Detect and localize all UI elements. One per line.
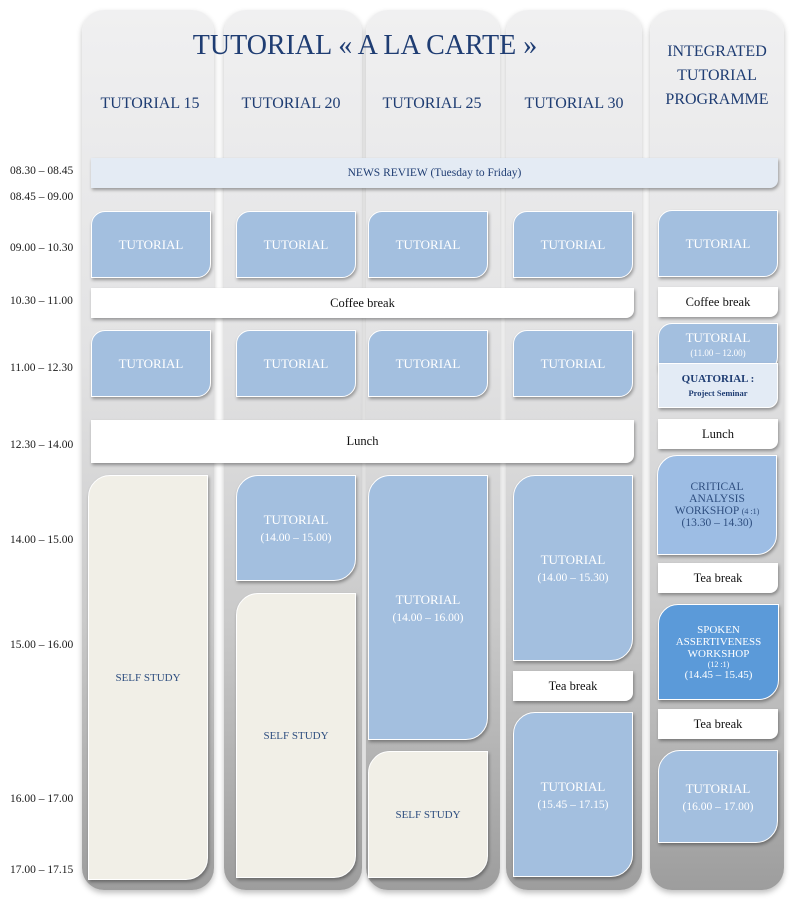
workshop-line: WORKSHOP <box>687 647 750 660</box>
tutorial-label: TUTORIAL <box>540 552 606 567</box>
time-label: 12.30 – 14.00 <box>10 439 74 451</box>
tutorial-label: TUTORIAL <box>685 780 751 796</box>
workshop-name: WORKSHOP <box>674 505 739 517</box>
quatorial-subtitle: Project Seminar <box>688 388 748 398</box>
tutorial-time: (16.00 – 17.00) <box>682 800 754 813</box>
tutorial-block: TUTORIAL <box>236 330 356 397</box>
time-label: 16.00 – 17.00 <box>10 793 74 805</box>
tutorial-block: TUTORIAL (14.00 – 15.00) <box>236 475 356 581</box>
tutorial-block: TUTORIAL <box>368 330 488 397</box>
critical-analysis-workshop: CRITICAL ANALYSIS WORKSHOP (4 :1) (13.30… <box>657 455 777 555</box>
coffee-break-integrated: Coffee break <box>658 287 778 317</box>
tea-break-block: Tea break <box>513 671 633 701</box>
column-title-20: TUTORIAL 20 <box>241 95 341 112</box>
tea-break-integrated: Tea break <box>658 563 778 593</box>
tutorial-block: TUTORIAL <box>236 211 356 278</box>
main-title: TUTORIAL « A LA CARTE » <box>192 30 538 61</box>
workshop-line: ANALYSIS <box>689 493 745 505</box>
integrated-title-line-1: INTEGRATED <box>667 43 767 60</box>
workshop-line: SPOKEN <box>697 623 740 636</box>
tea-break-integrated: Tea break <box>658 709 778 739</box>
lunch-integrated: Lunch <box>658 419 778 449</box>
tutorial-time: (15.45 – 17.15) <box>537 798 609 811</box>
time-label: 14.00 – 15.00 <box>10 534 74 546</box>
lunch-bar: Lunch <box>91 420 634 463</box>
column-title-25: TUTORIAL 25 <box>382 95 482 112</box>
news-review-bar: NEWS REVIEW (Tuesday to Friday) <box>91 158 778 188</box>
workshop-time: (14.45 – 15.45) <box>684 668 753 681</box>
self-study-block: SELF STUDY <box>88 475 208 880</box>
workshop-ratio: (4 :1) <box>741 507 760 516</box>
quatorial-title: QUATORIAL : <box>681 373 755 385</box>
tutorial-label: TUTORIAL <box>395 591 461 607</box>
tutorial-block: TUTORIAL <box>91 330 211 397</box>
self-study-block: SELF STUDY <box>368 751 488 878</box>
tutorial-block: TUTORIAL <box>513 211 633 278</box>
workshop-line: WORKSHOP (4 :1) <box>675 505 760 517</box>
workshop-ratio: (12 :1) <box>707 659 730 669</box>
self-study-block: SELF STUDY <box>236 593 356 878</box>
column-title-30: TUTORIAL 30 <box>524 95 624 112</box>
tutorial-time: (14.00 – 16.00) <box>392 611 464 624</box>
time-label: 09.00 – 10.30 <box>10 242 74 254</box>
tutorial-label: TUTORIAL <box>263 512 329 527</box>
tutorial-time: (11.00 – 12.00) <box>690 348 746 358</box>
tutorial-block-integrated: TUTORIAL (16.00 – 17.00) <box>658 750 778 843</box>
time-label: 08.30 – 08.45 <box>10 165 74 177</box>
time-label: 15.00 – 16.00 <box>10 639 74 651</box>
time-label: 08.45 – 09.00 <box>10 191 74 203</box>
coffee-break-bar: Coffee break <box>91 288 634 318</box>
integrated-title-line-3: PROGRAMME <box>665 91 769 108</box>
spoken-assertiveness-workshop: SPOKEN ASSERTIVENESS WORKSHOP (12 :1) (1… <box>658 604 779 700</box>
time-label: 10.30 – 11.00 <box>10 295 73 307</box>
tutorial-block: TUTORIAL (15.45 – 17.15) <box>513 712 633 877</box>
tutorial-label: TUTORIAL <box>540 778 606 794</box>
workshop-time: (13.30 – 14.30) <box>681 517 753 529</box>
tutorial-block: TUTORIAL (14.00 – 15.30) <box>513 475 633 661</box>
integrated-title: INTEGRATED TUTORIAL PROGRAMME <box>650 40 784 112</box>
tutorial-time: (14.00 – 15.30) <box>537 572 609 584</box>
tutorial-block: TUTORIAL <box>368 211 488 278</box>
workshop-line: ASSERTIVENESS <box>675 635 762 648</box>
tutorial-block: TUTORIAL <box>658 210 778 277</box>
tutorial-block: TUTORIAL <box>513 330 633 397</box>
workshop-line: CRITICAL <box>690 481 744 493</box>
time-label: 11.00 – 12.30 <box>10 362 73 374</box>
quatorial-block: QUATORIAL : Project Seminar <box>658 363 778 408</box>
tutorial-block: TUTORIAL <box>91 211 211 278</box>
time-label: 17.00 – 17.15 <box>10 864 74 876</box>
tutorial-label: TUTORIAL <box>685 330 751 345</box>
tutorial-time: (14.00 – 15.00) <box>260 532 332 544</box>
integrated-title-line-2: TUTORIAL <box>677 67 757 84</box>
column-title-15: TUTORIAL 15 <box>100 95 200 112</box>
tutorial-block: TUTORIAL (14.00 – 16.00) <box>368 475 488 740</box>
